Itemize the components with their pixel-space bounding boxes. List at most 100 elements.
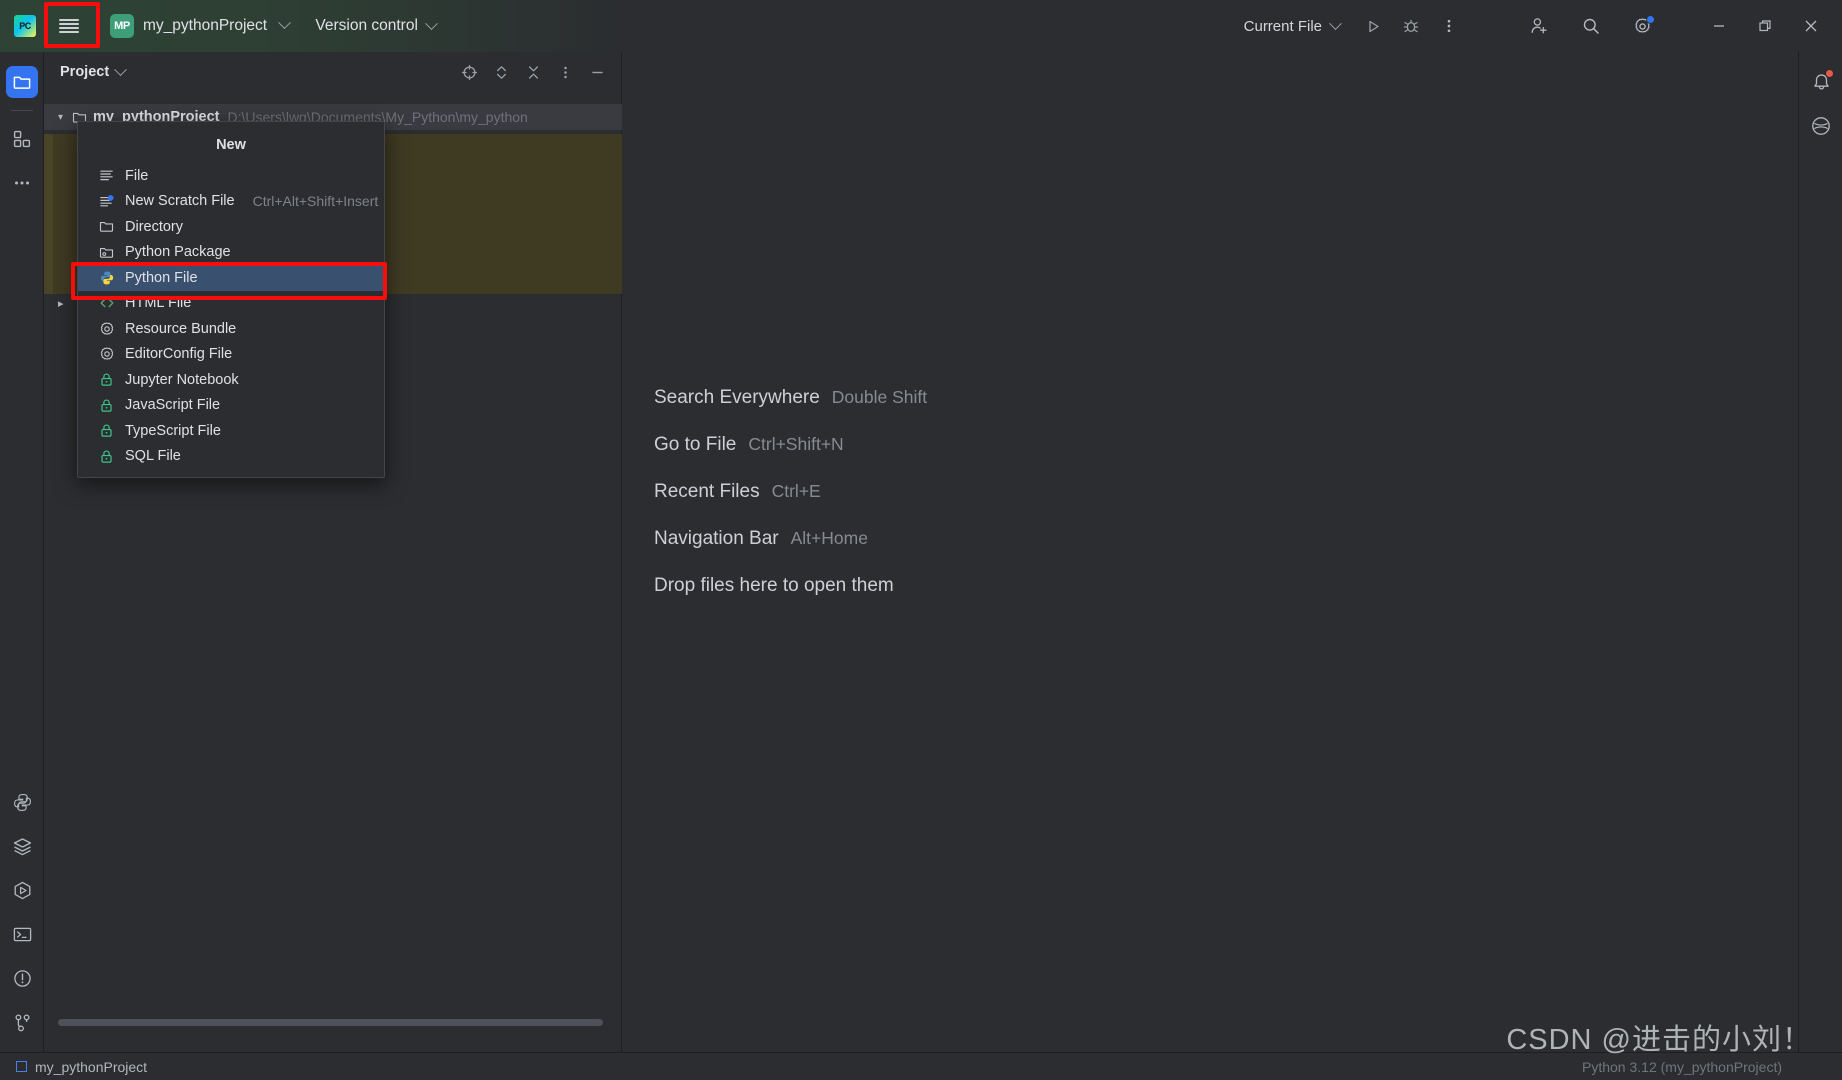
sidebar-item-problems[interactable] bbox=[0, 956, 44, 1000]
window-maximize-button[interactable] bbox=[1742, 0, 1788, 52]
empty-state-shortcut: Alt+Home bbox=[790, 528, 868, 548]
project-panel-horizontal-scrollbar[interactable] bbox=[58, 1019, 603, 1026]
menu-item-label: New Scratch File bbox=[125, 193, 235, 210]
run-configuration-selector[interactable]: Current File bbox=[1244, 16, 1342, 35]
menu-item-python-file[interactable]: Python File bbox=[78, 265, 384, 291]
chevron-down-icon[interactable]: ▾ bbox=[58, 112, 72, 123]
new-file-context-menu: New File New Scratch File Ctrl+Alt+Shift… bbox=[77, 121, 385, 478]
run-hexagon-icon bbox=[14, 881, 30, 899]
menu-item-directory[interactable]: Directory bbox=[78, 214, 384, 240]
tree-node-collapsed-arrow[interactable]: ▸ bbox=[58, 297, 64, 310]
close-icon bbox=[1805, 20, 1817, 32]
title-bar-right-actions: Current File bbox=[1244, 0, 1842, 52]
add-user-icon bbox=[1531, 18, 1547, 34]
collapse-all-button[interactable] bbox=[519, 58, 547, 86]
window-close-button[interactable] bbox=[1788, 0, 1834, 52]
empty-state-label: Recent Files bbox=[654, 481, 760, 502]
sidebar-item-version-control[interactable] bbox=[0, 1000, 44, 1044]
notifications-button[interactable] bbox=[1799, 60, 1842, 104]
status-bar-project[interactable]: my_pythonProject bbox=[16, 1059, 147, 1075]
menu-title: New bbox=[216, 137, 246, 153]
menu-item-html-file[interactable]: HTML File bbox=[78, 291, 384, 317]
settings-button[interactable] bbox=[1624, 7, 1662, 45]
empty-state-row[interactable]: Search Everywhere Double Shift bbox=[654, 387, 927, 409]
menu-item-label: Jupyter Notebook bbox=[125, 371, 239, 388]
debug-button[interactable] bbox=[1392, 7, 1430, 45]
account-button[interactable] bbox=[1520, 7, 1558, 45]
sidebar-item-more[interactable] bbox=[0, 161, 44, 205]
pycharm-logo-icon: PC bbox=[14, 15, 36, 37]
menu-item-label: Resource Bundle bbox=[125, 320, 237, 337]
menu-item-typescript-file[interactable]: TypeScript File bbox=[78, 418, 384, 444]
empty-state-row[interactable]: Recent Files Ctrl+E bbox=[654, 481, 927, 503]
python-file-icon bbox=[98, 269, 115, 286]
python-package-icon bbox=[98, 244, 115, 261]
menu-item-shortcut: Ctrl+Alt+Shift+Insert bbox=[252, 193, 379, 210]
ai-assistant-icon bbox=[1812, 117, 1830, 135]
sidebar-item-services[interactable] bbox=[0, 824, 44, 868]
menu-item-label: Directory bbox=[125, 218, 184, 235]
menu-item-sql-file[interactable]: SQL File bbox=[78, 444, 384, 470]
lock-icon bbox=[98, 448, 115, 465]
menu-item-jupyter-notebook[interactable]: Jupyter Notebook bbox=[78, 367, 384, 393]
run-button[interactable] bbox=[1354, 7, 1392, 45]
sidebar-item-python-console[interactable] bbox=[0, 780, 44, 824]
more-vertical-icon bbox=[1447, 19, 1451, 33]
empty-state-shortcut: Double Shift bbox=[831, 387, 928, 407]
project-name-button[interactable]: my_pythonProject bbox=[143, 16, 292, 35]
project-square-icon bbox=[16, 1061, 27, 1072]
chevron-down-icon bbox=[425, 16, 438, 30]
left-tool-rail bbox=[0, 52, 44, 1080]
more-vertical-icon bbox=[563, 66, 567, 78]
search-icon bbox=[1583, 18, 1599, 34]
window-minimize-button[interactable] bbox=[1696, 0, 1742, 52]
sidebar-item-project[interactable] bbox=[0, 60, 44, 104]
more-actions-button[interactable] bbox=[1430, 7, 1468, 45]
pycharm-window: PC MP my_pythonProject Version control C… bbox=[0, 0, 1842, 1080]
hamburger-menu-icon bbox=[59, 19, 79, 33]
more-horizontal-icon bbox=[15, 181, 29, 185]
menu-item-python-package[interactable]: Python Package bbox=[78, 240, 384, 266]
menu-item-file[interactable]: File bbox=[78, 163, 384, 189]
expand-collapse-icon bbox=[496, 65, 506, 79]
version-control-button[interactable]: Version control bbox=[315, 16, 438, 35]
gear-icon bbox=[98, 320, 115, 337]
right-tool-rail bbox=[1798, 52, 1842, 1080]
select-opened-file-button[interactable] bbox=[455, 58, 483, 86]
file-lines-icon bbox=[98, 167, 115, 184]
menu-item-resource-bundle[interactable]: Resource Bundle bbox=[78, 316, 384, 342]
debug-icon bbox=[1404, 19, 1418, 33]
notifications-badge bbox=[1825, 69, 1834, 78]
expand-collapse-button[interactable] bbox=[487, 58, 515, 86]
status-bar-interpreter[interactable]: Python 3.12 (my_pythonProject) bbox=[1582, 1059, 1782, 1075]
menu-item-new-scratch-file[interactable]: New Scratch File Ctrl+Alt+Shift+Insert bbox=[78, 189, 384, 215]
empty-state-row[interactable]: Go to File Ctrl+Shift+N bbox=[654, 434, 927, 456]
menu-item-label: SQL File bbox=[125, 448, 181, 465]
sidebar-item-run[interactable] bbox=[0, 868, 44, 912]
lock-icon bbox=[98, 397, 115, 414]
main-menu-button[interactable] bbox=[50, 7, 88, 45]
ai-assistant-button[interactable] bbox=[1799, 104, 1842, 148]
menu-item-editorconfig-file[interactable]: EditorConfig File bbox=[78, 342, 384, 368]
editor-tab-strip-edge bbox=[44, 134, 53, 294]
empty-state-row[interactable]: Navigation Bar Alt+Home bbox=[654, 528, 927, 550]
project-badge: MP bbox=[110, 14, 134, 38]
menu-item-javascript-file[interactable]: JavaScript File bbox=[78, 393, 384, 419]
crosshair-icon bbox=[461, 64, 477, 80]
rail-divider bbox=[10, 110, 33, 111]
collapse-all-icon bbox=[528, 65, 538, 79]
hide-panel-button[interactable] bbox=[583, 58, 611, 86]
empty-state-shortcut: Ctrl+Shift+N bbox=[748, 434, 844, 454]
structure-grid-icon bbox=[13, 130, 31, 148]
minimize-icon bbox=[1714, 25, 1724, 27]
search-button[interactable] bbox=[1572, 7, 1610, 45]
lock-icon bbox=[98, 422, 115, 439]
html-file-icon bbox=[98, 295, 115, 312]
chevron-down-icon[interactable] bbox=[114, 62, 128, 76]
sidebar-item-terminal[interactable] bbox=[0, 912, 44, 956]
empty-state-shortcut: Ctrl+E bbox=[771, 481, 821, 501]
maximize-icon bbox=[1759, 20, 1771, 32]
panel-options-button[interactable] bbox=[551, 58, 579, 86]
sidebar-item-structure[interactable] bbox=[0, 117, 44, 161]
project-name-label: my_pythonProject bbox=[143, 17, 268, 34]
